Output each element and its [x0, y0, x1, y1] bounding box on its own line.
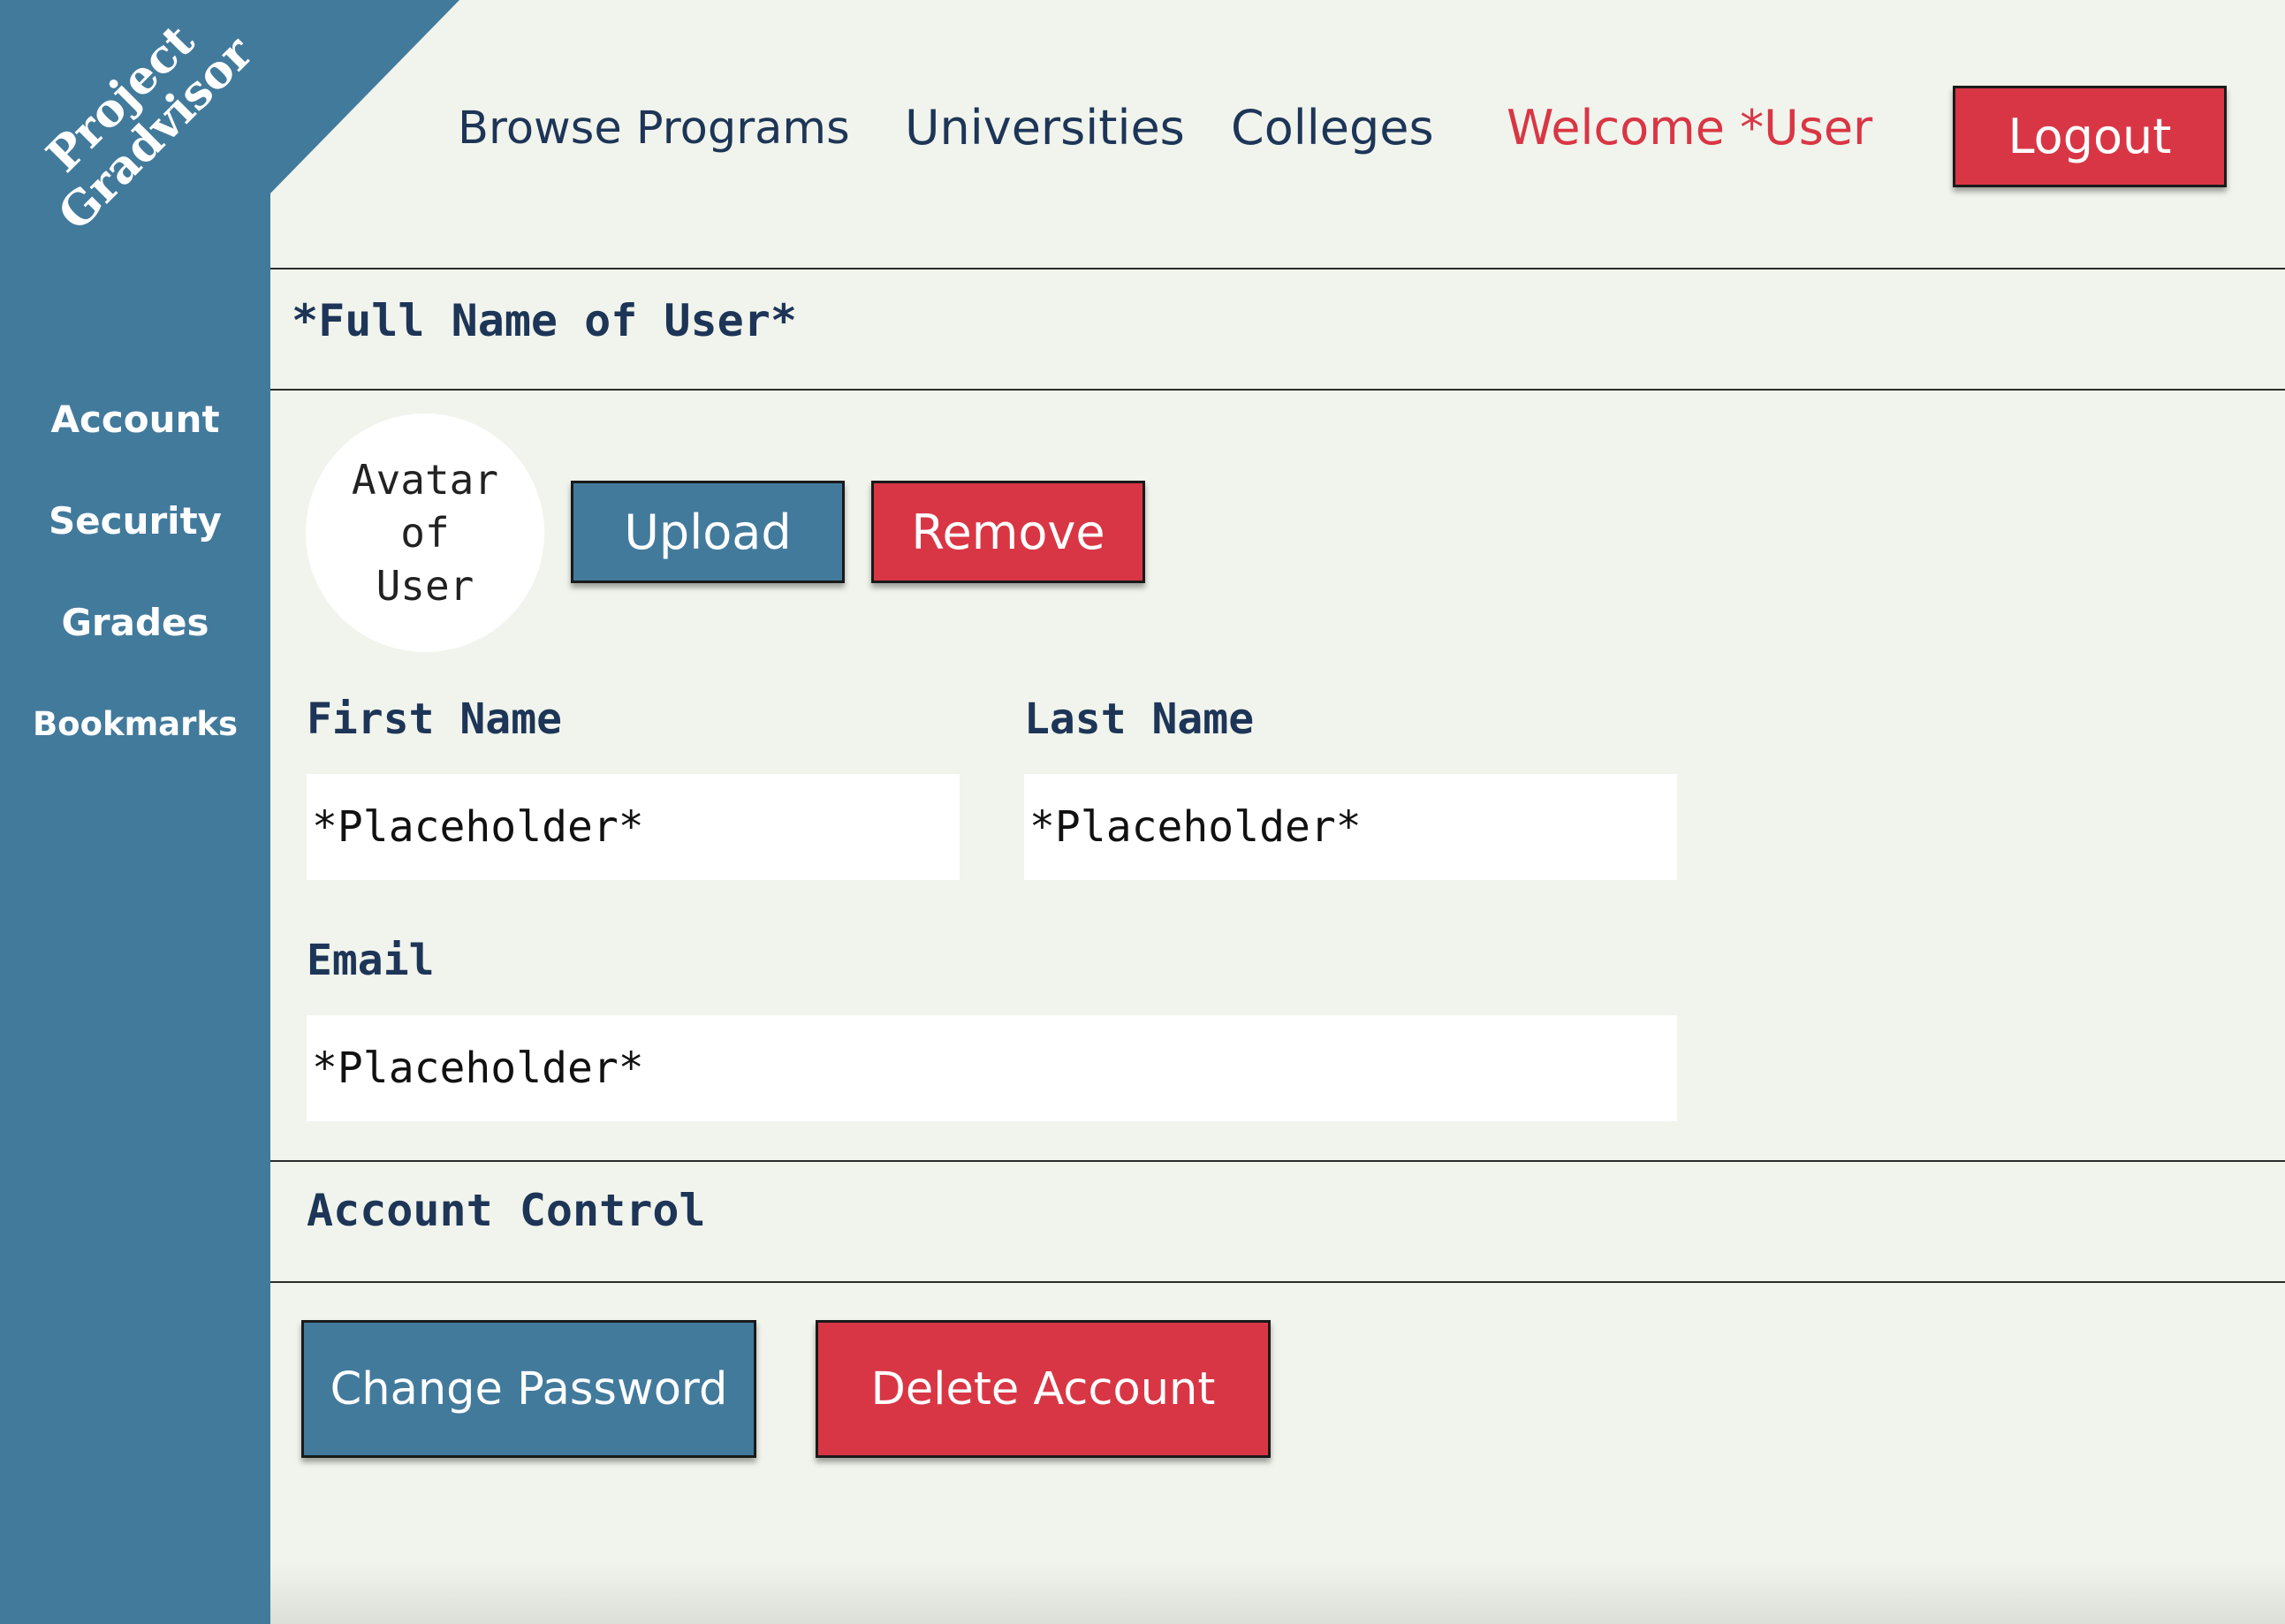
account-control-heading: Account Control [307, 1185, 706, 1236]
delete-account-button[interactable]: Delete Account [816, 1320, 1271, 1458]
last-name-field[interactable] [1024, 774, 1677, 880]
last-name-label: Last Name [1024, 694, 1255, 744]
divider [270, 268, 2285, 269]
change-password-button[interactable]: Change Password [301, 1320, 756, 1458]
avatar-text-line: User [376, 562, 474, 610]
first-name-label: First Name [307, 694, 562, 744]
sidebar-item-account[interactable]: Account [0, 389, 270, 490]
remove-button[interactable]: Remove [871, 481, 1145, 583]
welcome-text: Welcome *User [1507, 100, 1873, 156]
nav-link-browse-programs[interactable]: Browse Programs [458, 102, 850, 155]
avatar: Avatar of User [306, 414, 544, 652]
upload-button[interactable]: Upload [571, 481, 845, 583]
logout-button[interactable]: Logout [1953, 86, 2227, 187]
sidebar-item-grades[interactable]: Grades [0, 592, 270, 694]
page-title: *Full Name of User* [292, 295, 797, 346]
divider [270, 1160, 2285, 1162]
nav-link-colleges[interactable]: Colleges [1231, 100, 1434, 156]
first-name-field[interactable] [307, 774, 960, 880]
sidebar-nav: Account Security Grades Bookmarks [0, 389, 270, 795]
sidebar-corner [265, 0, 459, 199]
sidebar-item-security[interactable]: Security [0, 490, 270, 592]
divider [270, 389, 2285, 391]
sidebar [0, 0, 270, 1624]
divider [270, 1281, 2285, 1283]
email-field[interactable] [307, 1015, 1677, 1121]
nav-link-universities[interactable]: Universities [905, 100, 1185, 156]
sidebar-item-bookmarks[interactable]: Bookmarks [0, 694, 270, 795]
email-label: Email [307, 936, 435, 985]
bottom-shadow [270, 1562, 2285, 1624]
avatar-text-line: Avatar [351, 456, 499, 504]
avatar-text-line: of [400, 509, 450, 557]
